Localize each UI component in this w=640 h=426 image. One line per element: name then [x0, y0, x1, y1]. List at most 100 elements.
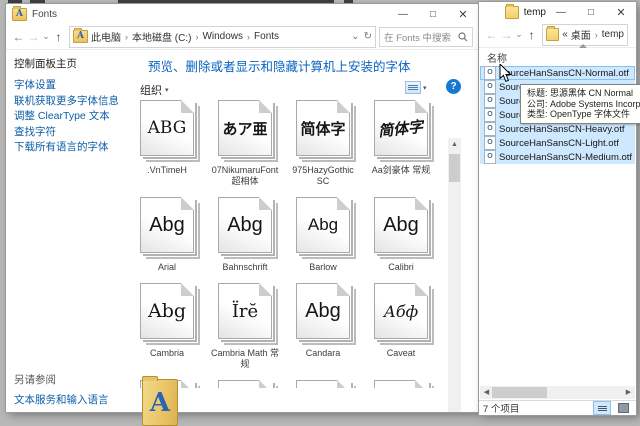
file-row[interactable]: O SourceHanSansCN-Heavy.otf [480, 122, 635, 136]
font-preview: Abg [383, 213, 419, 236]
scroll-up-icon[interactable]: ▲ [448, 138, 461, 151]
thumbnails-view-icon [617, 403, 629, 413]
minimize-button[interactable]: — [388, 4, 418, 24]
forward-icon[interactable]: → [499, 28, 514, 42]
search-placeholder: 在 Fonts 中搜索 [384, 32, 452, 44]
maximize-button[interactable]: □ [576, 2, 606, 22]
close-button[interactable]: ✕ [606, 2, 636, 22]
font-file-icon: Ïrĕ [218, 283, 272, 339]
minimize-button[interactable]: — [546, 2, 576, 22]
refresh-icon[interactable]: ↻ [364, 31, 372, 42]
font-preview: Abg [147, 300, 187, 322]
font-tile-caveat[interactable]: Абф Caveat [362, 283, 440, 370]
font-file-icon: Ab [218, 380, 272, 388]
forward-icon[interactable]: → [26, 30, 41, 44]
font-name: Cambria Math 常规 [210, 348, 280, 369]
change-view-button[interactable]: ▾ [405, 81, 427, 94]
font-tile-barlow[interactable]: Abg Barlow [284, 197, 362, 273]
search-input[interactable]: 在 Fonts 中搜索 [379, 26, 473, 47]
maximize-button[interactable]: □ [418, 4, 448, 24]
otf-file-icon: O [484, 66, 496, 80]
organize-button[interactable]: 组织 ▾ [140, 82, 169, 98]
sidebar-item-adjust-cleartype[interactable]: 调整 ClearType 文本 [14, 109, 119, 125]
font-tile-partial[interactable]: Ab [362, 380, 440, 388]
window-title: Fonts [32, 8, 58, 20]
font-tile-candara[interactable]: Abg Candara [284, 283, 362, 370]
sidebar-item-find-character[interactable]: 查找字符 [14, 125, 119, 141]
back-icon[interactable]: ← [11, 30, 26, 44]
file-name: SourceHanSansCN-Light.otf [499, 137, 619, 149]
breadcrumb-collapsed[interactable]: « [562, 29, 568, 40]
file-row[interactable]: O SourceHanSansCN-Medium.otf [480, 150, 635, 164]
otf-file-icon: O [484, 80, 496, 94]
up-icon[interactable]: ↑ [51, 30, 66, 44]
breadcrumb-item[interactable]: 此电脑 [91, 29, 121, 44]
scroll-right-icon[interactable]: ▶ [622, 386, 635, 399]
horizontal-scrollbar[interactable]: ◀ ▶ [480, 386, 635, 399]
folder-icon: A [546, 26, 560, 41]
font-name: 975HazyGothic SC [292, 165, 354, 186]
font-tile-partial[interactable]: Ab [284, 380, 362, 388]
history-dropdown-icon[interactable]: ⌄ [514, 29, 524, 40]
font-tile-cambria-math[interactable]: Ïrĕ Cambria Math 常规 [206, 283, 284, 370]
file-tooltip: 标题: 思源黑体 CN Normal 公司: Adobe Systems Inc… [520, 84, 640, 124]
font-file-icon: Ab [374, 380, 428, 388]
breadcrumb-item[interactable]: Windows [202, 31, 243, 42]
vertical-scrollbar[interactable]: ▲ ▼ [448, 138, 461, 412]
sidebar-item-text-services[interactable]: 文本服务和输入语言 [14, 392, 109, 407]
thumbnails-view-button[interactable] [614, 401, 632, 415]
tooltip-company: 公司: Adobe Systems Incorporated [527, 98, 640, 109]
scrollbar-thumb[interactable] [449, 154, 460, 182]
font-tile-jianhao[interactable]: 简体字 Aa剑豪体 常规 [362, 100, 440, 187]
font-tile-calibri[interactable]: Abg Calibri [362, 197, 440, 273]
sidebar-item-font-settings[interactable]: 字体设置 [14, 78, 119, 94]
font-name: Cambria [149, 348, 184, 358]
scrollbar-thumb[interactable] [492, 387, 547, 398]
font-tile-partial[interactable]: Ab [206, 380, 284, 388]
address-bar[interactable]: A « 桌面 › temp [542, 23, 628, 46]
font-file-icon: 简体字 [374, 100, 428, 156]
otf-file-icon: O [484, 94, 496, 108]
help-button[interactable]: ? [446, 79, 461, 94]
details-view-icon [597, 405, 607, 411]
tooltip-type: 类型: OpenType 字体文件 [527, 109, 631, 119]
font-file-icon: あア亜 [218, 100, 272, 156]
file-name: SourceHanSansCN-Heavy.otf [499, 123, 625, 135]
breadcrumb-item[interactable]: 桌面 [571, 27, 591, 42]
font-name: Barlow [309, 262, 337, 272]
font-tile-cambria[interactable]: Abg Cambria [128, 283, 206, 370]
font-tiles-grid: ABG .VnTimeH あア亜 07NikumaruFont 超相体 简体字 … [128, 100, 440, 388]
breadcrumb-item[interactable]: temp [602, 29, 624, 40]
file-row[interactable]: O SourceHanSansCN-Light.otf [480, 136, 635, 150]
fonts-titlebar[interactable]: A Fonts — □ ✕ [6, 4, 478, 24]
page-title: 预览、删除或者显示和隐藏计算机上安装的字体 [148, 60, 411, 74]
font-tile-hazygothic[interactable]: 简体字 975HazyGothic SC [284, 100, 362, 187]
breadcrumb-item[interactable]: 本地磁盘 (C:) [132, 29, 191, 44]
temp-titlebar[interactable]: A temp — □ ✕ [479, 2, 636, 22]
font-tile-nikumaru[interactable]: あア亜 07NikumaruFont 超相体 [206, 100, 284, 187]
history-dropdown-icon[interactable]: ⌄ [41, 31, 51, 42]
font-preview: Abg [149, 213, 185, 236]
details-view-button[interactable] [593, 401, 611, 415]
file-name: SourceHanSansCN-Medium.otf [499, 151, 633, 163]
back-icon[interactable]: ← [484, 28, 499, 42]
breadcrumb-separator: › [594, 29, 598, 40]
close-button[interactable]: ✕ [448, 4, 478, 24]
folder-icon: A [505, 3, 519, 19]
font-preview: Abg [227, 213, 263, 236]
window-title: temp [523, 6, 546, 18]
breadcrumb-item[interactable]: Fonts [254, 31, 279, 42]
sidebar-item-get-font-info-online[interactable]: 联机获取更多字体信息 [14, 94, 119, 110]
sidebar-item-download-fonts[interactable]: 下载所有语言的字体 [14, 140, 119, 156]
font-tile-arial[interactable]: Abg Arial [128, 197, 206, 273]
address-bar[interactable]: A 此电脑 › 本地磁盘 (C:) › Windows › Fonts ⌄ ↻ [69, 25, 376, 48]
font-tile-bahnschrift[interactable]: Abg Bahnschrift [206, 197, 284, 273]
up-icon[interactable]: ↑ [524, 28, 539, 42]
font-file-icon: Abg [140, 283, 194, 339]
address-dropdown-icon[interactable]: ⌄ [351, 31, 359, 42]
font-file-icon: Abg [296, 283, 350, 339]
font-tile-vntimeh[interactable]: ABG .VnTimeH [128, 100, 206, 187]
sidebar-item-control-panel-home[interactable]: 控制面板主页 [14, 56, 77, 71]
font-file-icon: ABG [140, 100, 194, 156]
font-file-icon: 简体字 [296, 100, 350, 156]
